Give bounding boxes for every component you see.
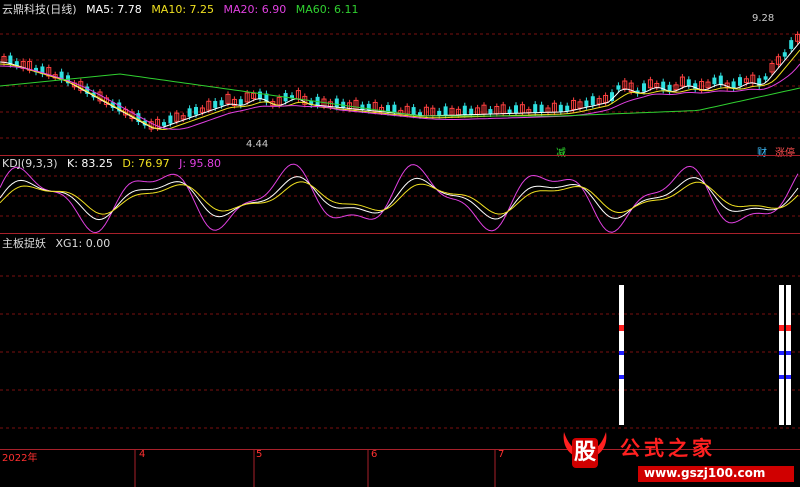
candle-body	[558, 104, 563, 112]
watermark-site-name: 公式之家	[620, 436, 716, 460]
signal-bar-blue	[779, 351, 784, 355]
candle-body	[539, 104, 544, 113]
candle-body	[718, 75, 723, 85]
signal-bar	[619, 285, 624, 425]
candle-body	[469, 108, 474, 115]
watermark-url[interactable]: www.gszj100.com	[644, 466, 765, 480]
axis-label-apr: 4	[139, 449, 146, 460]
reduce-marker[interactable]: 减	[556, 144, 566, 159]
candle-body	[789, 40, 794, 49]
kdj-d-value: D: 76.97	[122, 157, 170, 170]
xg-value: XG1: 0.00	[55, 237, 111, 250]
signal-bar-red	[619, 325, 624, 331]
candle-body	[686, 79, 691, 86]
candle-body	[187, 108, 192, 117]
signal-bar-red	[786, 325, 791, 331]
signal-bar-blue	[779, 375, 784, 379]
signal-bar	[786, 285, 791, 425]
candle-body	[590, 96, 595, 106]
candle-body	[194, 107, 198, 115]
candle-body	[565, 105, 570, 111]
candle-body	[334, 98, 339, 108]
axis-label-year: 2022年	[2, 453, 38, 464]
kdj-k-line	[0, 176, 799, 221]
signal-bar-blue	[786, 375, 791, 379]
candle-body	[616, 85, 621, 90]
candle-body	[443, 106, 448, 116]
watermark-logo: 股	[560, 426, 610, 472]
signal-bar	[779, 285, 784, 425]
limit-up-marker[interactable]: 涨停	[775, 144, 795, 159]
candle-body	[514, 105, 518, 114]
candle-body	[168, 115, 173, 124]
candle-body	[258, 91, 262, 99]
kdj-lines	[0, 163, 799, 234]
candle-body	[437, 110, 442, 116]
candle-body	[507, 109, 512, 114]
signal-title[interactable]: 主板捉妖	[2, 237, 46, 250]
signal-bar-blue	[786, 351, 791, 355]
candle-body	[584, 100, 589, 107]
kdj-k-value: K: 83.25	[67, 157, 113, 170]
grid-lines	[0, 33, 800, 487]
candle-body	[219, 100, 224, 106]
candle-body	[642, 83, 646, 92]
finance-marker[interactable]: 财	[757, 144, 767, 159]
candle-body	[782, 52, 787, 57]
candle-body	[366, 103, 371, 111]
candle-body	[757, 78, 762, 87]
low-price-label: 4.44	[246, 139, 269, 150]
kdj-panel-header: KDJ(9,3,3) K: 83.25 D: 76.97 J: 95.80	[2, 157, 227, 170]
candle-body	[488, 109, 493, 114]
watermark-icon-text: 股	[573, 440, 596, 465]
signal-panel-header: 主板捉妖 XG1: 0.00	[2, 235, 116, 251]
candle-body	[763, 76, 768, 80]
signal-bar-red	[779, 325, 784, 331]
candle-body	[712, 77, 717, 85]
signal-bar-blue	[619, 351, 624, 355]
kdj-j-value: J: 95.80	[179, 157, 222, 170]
candle-body	[738, 77, 742, 86]
panel-separator-2[interactable]	[0, 233, 800, 234]
signal-bar-blue	[619, 375, 624, 379]
candle-body	[162, 122, 166, 126]
panel-separator-1[interactable]	[0, 155, 800, 156]
candlesticks	[1, 31, 800, 133]
candle-body	[533, 104, 538, 113]
signal-bars	[619, 285, 791, 425]
axis-label-jul: 7	[498, 449, 505, 460]
candle-body	[238, 99, 243, 106]
high-price-label: 9.28	[752, 13, 775, 24]
ma10-line	[0, 49, 800, 131]
candle-body	[213, 101, 218, 108]
candle-body	[462, 105, 467, 115]
kdj-title[interactable]: KDJ(9,3,3)	[2, 157, 58, 170]
chart-canvas[interactable]	[0, 0, 800, 487]
axis-label-may: 5	[256, 449, 263, 460]
candle-body	[411, 107, 416, 116]
axis-label-jun: 6	[371, 449, 378, 460]
